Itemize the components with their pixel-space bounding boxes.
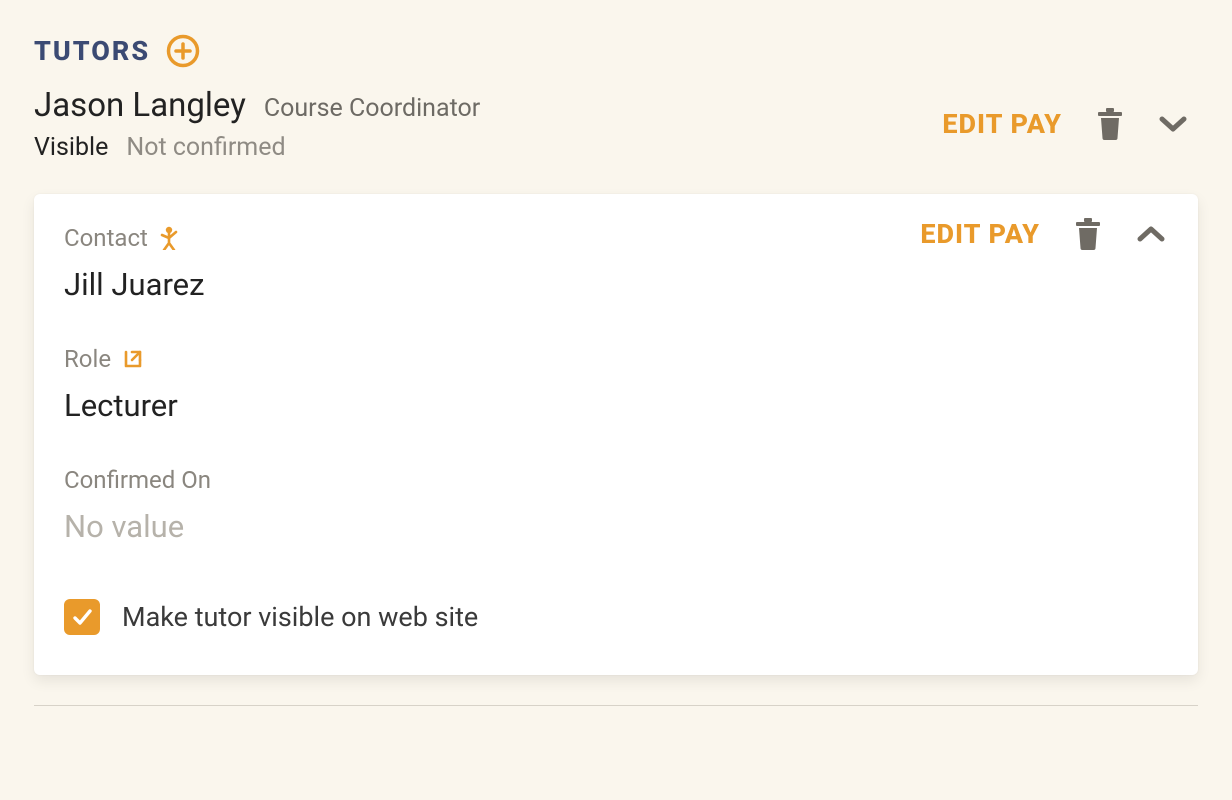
check-icon — [70, 605, 94, 629]
collapse-tutor-button[interactable] — [1136, 225, 1166, 243]
role-field: Role Lecturer — [64, 345, 1168, 424]
visible-checkbox[interactable] — [64, 599, 100, 635]
tutor-actions: EDIT PAY — [942, 108, 1198, 140]
chevron-up-icon — [1136, 225, 1166, 243]
tutors-section: TUTORS Jason Langley Course Coordinator … — [0, 0, 1232, 706]
delete-tutor-button[interactable] — [1096, 108, 1124, 140]
tutor-card-actions: EDIT PAY — [920, 218, 1166, 250]
edit-pay-button[interactable]: EDIT PAY — [942, 108, 1062, 140]
contact-value[interactable]: Jill Juarez — [64, 266, 1168, 303]
tutor-role: Course Coordinator — [264, 94, 480, 123]
contact-label: Contact — [64, 224, 148, 252]
confirmed-on-value[interactable]: No value — [64, 508, 1168, 545]
tutor-status-line: Visible Not confirmed — [34, 133, 942, 162]
person-icon — [158, 226, 180, 250]
section-title: TUTORS — [34, 35, 150, 67]
tutor-row-collapsed: Jason Langley Course Coordinator Visible… — [34, 86, 1198, 194]
trash-icon — [1074, 218, 1102, 250]
tutor-name: Jason Langley — [34, 86, 246, 125]
confirmed-on-label: Confirmed On — [64, 466, 211, 494]
open-role-link[interactable] — [121, 347, 145, 371]
confirmed-on-label-row: Confirmed On — [64, 466, 1168, 494]
divider — [34, 705, 1198, 706]
trash-icon — [1096, 108, 1124, 140]
tutor-visibility: Visible — [34, 133, 108, 162]
add-tutor-button[interactable] — [166, 34, 200, 68]
visible-checkbox-row: Make tutor visible on web site — [64, 599, 1168, 635]
tutor-info: Jason Langley Course Coordinator Visible… — [34, 86, 942, 162]
confirmed-on-field: Confirmed On No value — [64, 466, 1168, 545]
edit-pay-button[interactable]: EDIT PAY — [920, 218, 1040, 250]
role-label-row: Role — [64, 345, 1168, 373]
chevron-down-icon — [1158, 115, 1188, 133]
visible-checkbox-label: Make tutor visible on web site — [122, 601, 478, 633]
role-value[interactable]: Lecturer — [64, 387, 1168, 424]
external-link-icon — [121, 347, 145, 371]
role-label: Role — [64, 345, 111, 373]
plus-circle-icon — [166, 34, 200, 68]
tutor-confirmation: Not confirmed — [126, 133, 285, 162]
delete-tutor-button[interactable] — [1074, 218, 1102, 250]
section-header: TUTORS — [34, 34, 1198, 68]
expand-tutor-button[interactable] — [1158, 115, 1188, 133]
tutor-card-expanded: EDIT PAY Contact — [34, 194, 1198, 675]
tutor-name-line: Jason Langley Course Coordinator — [34, 86, 942, 125]
